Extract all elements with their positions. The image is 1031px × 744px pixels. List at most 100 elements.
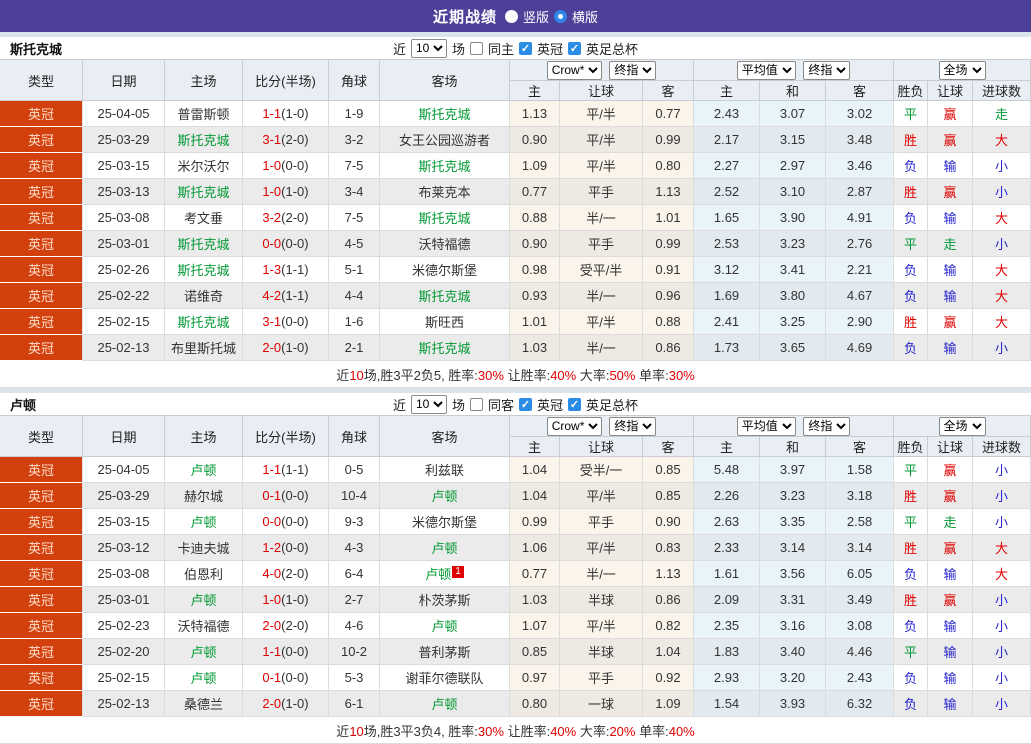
result-outcome: 负 — [894, 691, 929, 717]
same-venue-checkbox[interactable] — [469, 41, 483, 55]
handicap-home-odds: 0.97 — [510, 665, 560, 691]
home-team-cell: 桑德兰 — [165, 691, 243, 717]
score-cell: 2-0(1-0) — [243, 335, 329, 361]
avg-draw-odds: 3.25 — [760, 309, 827, 335]
away-team-cell: 卢顿 — [380, 535, 510, 561]
near-label: 近 — [392, 41, 406, 57]
scope-select[interactable]: 全场 — [938, 60, 986, 80]
horizontal-layout-radio[interactable] — [554, 9, 567, 23]
average-select[interactable]: 平均值 — [736, 416, 796, 436]
handicap-line: 半/一 — [560, 561, 643, 587]
col-score: 比分(半场) — [243, 59, 329, 101]
league-championship-checkbox[interactable]: ✓ — [519, 397, 532, 411]
match-table: 类型 日期 主场 比分(半场) 角球 客场 Crow* 终指 平均值 终指 全场 — [0, 415, 1031, 744]
handicap-home-odds: 0.77 — [510, 179, 560, 205]
fa-cup-checkbox[interactable]: ✓ — [568, 397, 582, 411]
handicap-line: 受半/一 — [560, 457, 643, 483]
handicap-away-odds: 0.86 — [643, 335, 695, 361]
date-cell: 25-02-13 — [83, 335, 165, 361]
result-handicap: 输 — [928, 335, 974, 361]
handicap-line: 平/半 — [560, 127, 643, 153]
handicap-away-odds: 0.90 — [643, 509, 695, 535]
avg-away-odds: 3.49 — [826, 587, 895, 613]
handicap-line: 平手 — [560, 509, 643, 535]
fa-cup-checkbox[interactable]: ✓ — [568, 41, 582, 55]
result-goals: 小 — [973, 639, 1031, 665]
avg-draw-odds: 3.41 — [760, 257, 827, 283]
col-date: 日期 — [83, 415, 165, 457]
recent-count-select[interactable]: 10 — [410, 38, 447, 58]
bookmaker-select[interactable]: Crow* — [546, 60, 602, 80]
handicap-home-odds: 0.98 — [510, 257, 560, 283]
handicap-away-odds: 1.01 — [643, 205, 695, 231]
date-cell: 25-03-12 — [83, 535, 165, 561]
handicap-away-odds: 0.99 — [643, 127, 695, 153]
final-odds-select-1[interactable]: 终指 — [609, 416, 657, 436]
handicap-home-odds: 0.90 — [510, 231, 560, 257]
result-goals: 小 — [973, 179, 1031, 205]
col-avg-away: 客 — [826, 437, 895, 457]
match-type-cell: 英冠 — [0, 639, 83, 665]
home-team-cell: 考文垂 — [165, 205, 243, 231]
avg-home-odds: 2.63 — [694, 509, 761, 535]
result-handicap: 输 — [928, 283, 974, 309]
match-type-cell: 英冠 — [0, 691, 83, 717]
handicap-line: 受平/半 — [560, 257, 643, 283]
card-badge: 1 — [452, 565, 464, 578]
avg-away-odds: 2.43 — [826, 665, 895, 691]
corner-cell: 5-3 — [329, 665, 380, 691]
final-odds-select-2[interactable]: 终指 — [803, 416, 851, 436]
match-type-cell: 英冠 — [0, 509, 83, 535]
handicap-home-odds: 1.03 — [510, 587, 560, 613]
corner-cell: 7-5 — [329, 205, 380, 231]
avg-draw-odds: 3.10 — [760, 179, 827, 205]
halftime-score: (1-0) — [281, 184, 309, 199]
avg-draw-odds: 3.20 — [760, 665, 827, 691]
result-handicap: 输 — [928, 153, 974, 179]
result-outcome: 负 — [894, 613, 929, 639]
recent-count-select[interactable]: 10 — [410, 394, 447, 414]
avg-away-odds: 3.08 — [826, 613, 895, 639]
avg-home-odds: 2.17 — [694, 127, 761, 153]
bookmaker-group-header: Crow* 终指 — [510, 59, 695, 81]
away-team-cell: 沃特福德 — [380, 231, 510, 257]
result-goals: 大 — [973, 309, 1031, 335]
match-row: 英冠 25-03-15 米尔沃尔 1-0(0-0) 7-5 斯托克城 1.09 平/半 0.80… — [0, 153, 1031, 179]
final-odds-select-1[interactable]: 终指 — [609, 60, 657, 80]
bookmaker-select[interactable]: Crow* — [546, 416, 602, 436]
halftime-score: (2-0) — [281, 132, 309, 147]
col-outcome: 胜负 — [894, 437, 929, 457]
vertical-layout-radio[interactable] — [504, 9, 518, 23]
handicap-line: 半/一 — [560, 335, 643, 361]
final-odds-select-2[interactable]: 终指 — [803, 60, 851, 80]
avg-home-odds: 3.12 — [694, 257, 761, 283]
date-cell: 25-03-01 — [83, 587, 165, 613]
result-goals: 大 — [973, 283, 1031, 309]
avg-draw-odds: 3.31 — [760, 587, 827, 613]
same-venue-label: 同客 — [487, 397, 514, 413]
average-select[interactable]: 平均值 — [736, 60, 796, 80]
summary-stat-value: 40% — [668, 723, 695, 739]
filter-controls: 近 10 场 同客 ✓ 英冠 ✓ 英足总杯 — [393, 394, 638, 414]
handicap-line: 平手 — [560, 231, 643, 257]
same-venue-checkbox[interactable] — [469, 397, 483, 411]
match-row: 英冠 25-04-05 卢顿 1-1(1-1) 0-5 利兹联 1.04 受半/一 0.85 5.… — [0, 457, 1031, 483]
avg-home-odds: 2.52 — [694, 179, 761, 205]
col-avg-home: 主 — [694, 81, 761, 101]
avg-away-odds: 1.58 — [826, 457, 895, 483]
match-row: 英冠 25-03-01 卢顿 1-0(1-0) 2-7 朴茨茅斯 1.03 半球 0.86 2.0… — [0, 587, 1031, 613]
fulltime-score: 2-0 — [262, 618, 282, 633]
avg-home-odds: 2.27 — [694, 153, 761, 179]
result-outcome: 负 — [894, 561, 929, 587]
avg-away-odds: 2.58 — [826, 509, 895, 535]
match-type-cell: 英冠 — [0, 457, 83, 483]
col-hcp-result: 让球 — [928, 81, 974, 101]
away-team-cell: 米德尔斯堡 — [380, 257, 510, 283]
col-type: 类型 — [0, 415, 83, 457]
scope-select[interactable]: 全场 — [938, 416, 986, 436]
match-type-cell: 英冠 — [0, 613, 83, 639]
handicap-away-odds: 0.99 — [643, 231, 695, 257]
corner-cell: 4-4 — [329, 283, 380, 309]
league-championship-checkbox[interactable]: ✓ — [519, 41, 532, 55]
summary-stat-label: 单率: — [635, 723, 669, 739]
